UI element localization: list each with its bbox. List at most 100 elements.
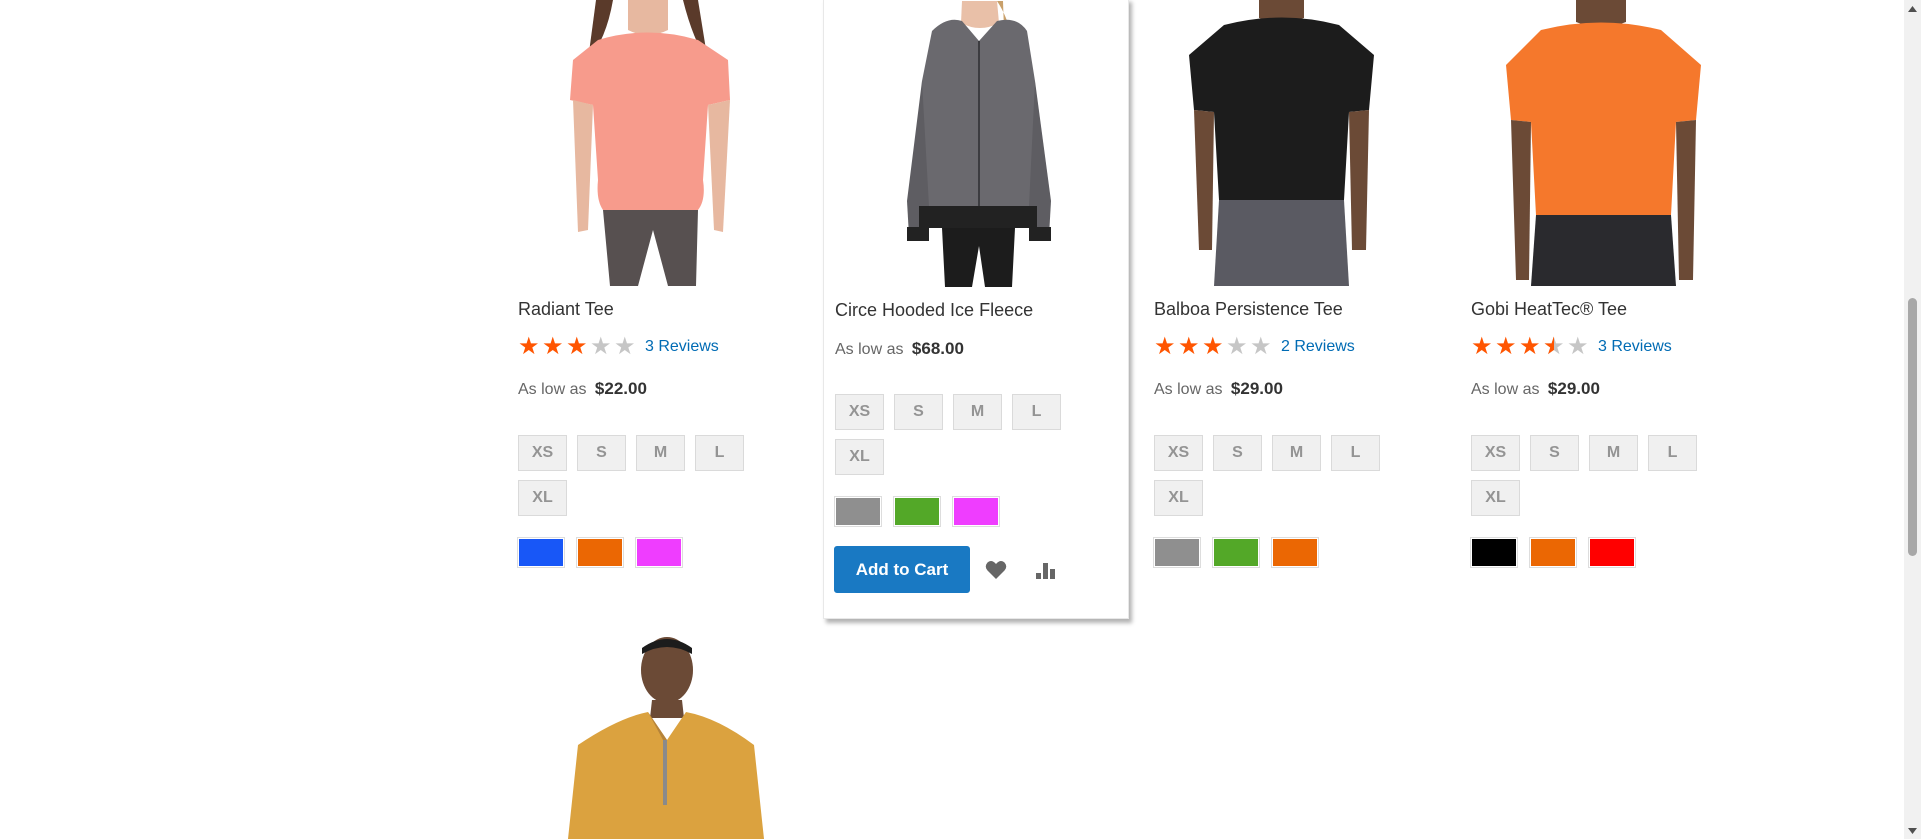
product-rating: ★ ★ ★ ★ ★ 3 Reviews — [518, 335, 719, 359]
size-options: XS S M L XL — [518, 435, 778, 516]
price-value: $29.00 — [1547, 379, 1600, 398]
product-card-gobi-heattec-tee: Gobi HeatTec® Tee ★ ★ ★ ★ ★ 3 Reviews As… — [1470, 0, 1731, 580]
add-to-cart-button[interactable]: Add to Cart — [834, 546, 970, 593]
star-icon: ★ — [1202, 333, 1224, 360]
product-rating: ★ ★ ★ ★ ★ 3 Reviews — [1471, 333, 1672, 360]
color-swatch[interactable] — [635, 537, 683, 568]
color-swatch[interactable] — [1212, 537, 1260, 568]
product-image-radiant-tee — [518, 0, 778, 286]
color-swatch[interactable] — [1271, 537, 1319, 568]
color-swatch[interactable] — [834, 496, 882, 527]
size-option-xs[interactable]: XS — [835, 394, 884, 430]
size-option-s[interactable]: S — [1213, 435, 1262, 471]
size-option-xl[interactable]: XL — [1154, 480, 1203, 516]
size-option-l[interactable]: L — [1331, 435, 1380, 471]
compare-chart-icon[interactable] — [1034, 558, 1058, 582]
size-option-xl[interactable]: XL — [518, 480, 567, 516]
size-option-l[interactable]: L — [1648, 435, 1697, 471]
size-option-m[interactable]: M — [636, 435, 685, 471]
color-swatch[interactable] — [517, 537, 565, 568]
size-option-xl[interactable]: XL — [835, 439, 884, 475]
size-option-m[interactable]: M — [953, 394, 1002, 430]
color-options — [517, 537, 683, 568]
color-swatch[interactable] — [1153, 537, 1201, 568]
size-option-m[interactable]: M — [1589, 435, 1638, 471]
star-icon: ★ — [1567, 333, 1589, 360]
size-option-l[interactable]: L — [695, 435, 744, 471]
product-image-balboa-persistence-tee — [1154, 0, 1414, 286]
size-option-s[interactable]: S — [577, 435, 626, 471]
color-swatch[interactable] — [576, 537, 624, 568]
product-card-circe-hooded-ice-fleece: Circe Hooded Ice Fleece As low as $68.00… — [823, 0, 1129, 619]
product-card-balboa-persistence-tee: Balboa Persistence Tee ★ ★ ★ ★ ★ 2 Revie… — [1153, 0, 1414, 580]
product-name[interactable]: Balboa Persistence Tee — [1154, 299, 1343, 320]
price-value: $68.00 — [911, 339, 964, 358]
star-icon: ★ — [1250, 333, 1272, 360]
star-icon: ★ — [1495, 333, 1517, 360]
product-image-row2 — [518, 630, 778, 839]
color-swatch[interactable] — [893, 496, 941, 527]
star-icon: ★ — [614, 333, 636, 360]
product-photo[interactable] — [1471, 0, 1731, 286]
star-icon: ★ — [518, 333, 540, 360]
product-photo[interactable] — [1154, 0, 1414, 286]
size-option-s[interactable]: S — [1530, 435, 1579, 471]
price-box: As low as $68.00 — [835, 339, 964, 359]
rating-stars: ★ ★ ★ ★ ★ — [1154, 335, 1272, 359]
reviews-link[interactable]: 2 Reviews — [1281, 338, 1355, 356]
product-name[interactable]: Radiant Tee — [518, 299, 614, 320]
price-label: As low as — [1471, 381, 1540, 398]
star-icon: ★ — [1543, 335, 1565, 360]
product-name[interactable]: Circe Hooded Ice Fleece — [835, 300, 1033, 321]
star-icon: ★ — [566, 333, 588, 360]
scroll-down-arrow-icon[interactable] — [1904, 822, 1921, 839]
price-box: As low as $22.00 — [518, 379, 647, 399]
size-option-m[interactable]: M — [1272, 435, 1321, 471]
product-image-gobi-heattec-tee — [1471, 0, 1731, 286]
product-photo[interactable] — [847, 1, 1107, 287]
size-option-xs[interactable]: XS — [1471, 435, 1520, 471]
heart-icon[interactable] — [984, 558, 1008, 582]
size-option-s[interactable]: S — [894, 394, 943, 430]
color-swatch[interactable] — [1588, 537, 1636, 568]
color-options — [834, 496, 1000, 527]
color-swatch[interactable] — [1529, 537, 1577, 568]
size-options: XS S M L XL — [1471, 435, 1731, 516]
product-image-circe-hooded-ice-fleece — [847, 1, 1107, 287]
scroll-up-arrow-icon[interactable] — [1904, 0, 1921, 17]
size-option-xs[interactable]: XS — [518, 435, 567, 471]
size-option-xs[interactable]: XS — [1154, 435, 1203, 471]
star-icon: ★ — [542, 333, 564, 360]
color-swatch[interactable] — [952, 496, 1000, 527]
rating-stars: ★ ★ ★ ★ ★ — [518, 335, 636, 359]
reviews-link[interactable]: 3 Reviews — [645, 338, 719, 356]
color-options — [1153, 537, 1319, 568]
product-card-radiant-tee: Radiant Tee ★ ★ ★ ★ ★ 3 Reviews As low a… — [517, 0, 778, 580]
star-icon: ★ — [1519, 333, 1541, 360]
price-value: $29.00 — [1230, 379, 1283, 398]
product-name[interactable]: Gobi HeatTec® Tee — [1471, 299, 1627, 320]
size-option-xl[interactable]: XL — [1471, 480, 1520, 516]
product-photo[interactable] — [518, 630, 778, 839]
star-icon: ★ — [1471, 333, 1493, 360]
size-options: XS S M L XL — [835, 394, 1095, 475]
size-options: XS S M L XL — [1154, 435, 1414, 516]
color-swatch[interactable] — [1470, 537, 1518, 568]
price-box: As low as $29.00 — [1154, 379, 1283, 399]
price-label: As low as — [1154, 381, 1223, 398]
product-photo[interactable] — [518, 0, 778, 286]
price-value: $22.00 — [594, 379, 647, 398]
star-icon: ★ — [590, 333, 612, 360]
reviews-link[interactable]: 3 Reviews — [1598, 338, 1672, 356]
price-box: As low as $29.00 — [1471, 379, 1600, 399]
rating-stars: ★ ★ ★ ★ ★ — [1471, 333, 1589, 360]
star-icon: ★ — [1226, 333, 1248, 360]
page-scrollbar[interactable] — [1904, 0, 1921, 839]
product-actions: Add to Cart — [834, 546, 1058, 593]
size-option-l[interactable]: L — [1012, 394, 1061, 430]
price-label: As low as — [518, 381, 587, 398]
scrollbar-thumb[interactable] — [1908, 298, 1917, 556]
price-label: As low as — [835, 341, 904, 358]
star-icon: ★ — [1178, 333, 1200, 360]
product-card-row2 — [518, 630, 778, 839]
